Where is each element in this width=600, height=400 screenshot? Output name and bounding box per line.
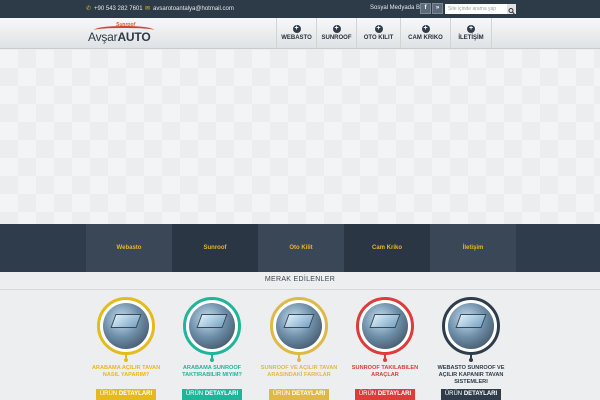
search-icon (508, 8, 515, 15)
search-input[interactable] (445, 4, 507, 14)
nav-item-sunroof[interactable]: + SUNROOF (316, 18, 356, 48)
card-title[interactable]: ARABAMA AÇILIR TAVAN NASIL YAPARIM? (84, 365, 168, 379)
page: ✆ +90 543 282 7601 ✉ avsarotoantalya@hot… (0, 0, 600, 400)
section-divider (0, 289, 600, 290)
nav-label: SUNROOF (321, 35, 352, 41)
button-text-bold: DETAYLARI (291, 391, 326, 397)
button-text-light: ÜRÜN (99, 391, 118, 397)
category-strip: Webasto Sunroof Oto Kilit Cam Kriko İlet… (0, 224, 600, 272)
logo[interactable]: Sunroof AvşarAUTO (88, 22, 162, 46)
nav-item-oto-kilit[interactable]: + OTO KILIT (356, 18, 400, 48)
card-title[interactable]: WEBASTO SUNROOF VE AÇILIR KAPANIR TAVAN … (429, 365, 513, 386)
plus-icon: + (374, 25, 383, 33)
email-address: avsarotoantalya@hotmail.com (153, 5, 234, 12)
card-dot (297, 358, 301, 362)
nav-item-webasto[interactable]: + WEBASTO (276, 18, 316, 48)
strip-item-iletisim[interactable]: İletişim (430, 224, 516, 272)
email-contact[interactable]: ✉ avsarotoantalya@hotmail.com (145, 5, 234, 13)
phone-number: +90 543 282 7601 (94, 5, 143, 12)
faq-card[interactable]: WEBASTO SUNROOF VE AÇILIR KAPANIR TAVAN … (429, 297, 517, 400)
nav-item-iletisim[interactable]: + İLETİŞİM (450, 18, 492, 48)
section-title: MERAK EDİLENLER (264, 276, 336, 283)
product-details-button[interactable]: ÜRÜN DETAYLARI (182, 389, 242, 400)
faq-card[interactable]: SUNROOF TAKILABILEN ARAÇLAR ÜRÜN DETAYLA… (343, 297, 431, 400)
logo-name-light: Avşar (88, 30, 118, 44)
card-dot (124, 358, 128, 362)
sunroof-glass (283, 314, 315, 328)
plus-icon: + (332, 25, 341, 33)
card-image[interactable] (356, 297, 414, 355)
card-image[interactable] (442, 297, 500, 355)
logo-name-bold: AUTO (117, 30, 151, 44)
card-title[interactable]: ARABAMA SUNROOF TAKTIRABILIR MIYIM? (170, 365, 254, 379)
hero-slider (0, 50, 600, 224)
sunroof-glass (110, 314, 142, 328)
phone-contact[interactable]: ✆ +90 543 282 7601 (86, 5, 143, 13)
sunroof-glass (196, 314, 228, 328)
strip-item-sunroof[interactable]: Sunroof (172, 224, 258, 272)
social-label: Sosyal Medyada Biz (370, 5, 425, 11)
sunroof-glass (455, 314, 487, 328)
nav-label: WEBASTO (281, 35, 312, 41)
card-image[interactable] (270, 297, 328, 355)
product-details-button[interactable]: ÜRÜN DETAYLARI (355, 389, 415, 400)
card-dot (210, 358, 214, 362)
button-text-bold: DETAYLARI (204, 391, 239, 397)
plus-icon: + (292, 25, 301, 33)
card-dot (469, 358, 473, 362)
card-title[interactable]: SUNROOF TAKILABILEN ARAÇLAR (343, 365, 427, 379)
nav-label: İLETİŞİM (458, 35, 484, 41)
sunroof-glass (369, 314, 401, 328)
strip-item-cam-kriko[interactable]: Cam Kriko (344, 224, 430, 272)
button-text-bold: DETAYLARI (463, 391, 498, 397)
button-text-bold: DETAYLARI (118, 391, 153, 397)
plus-icon: + (421, 25, 430, 33)
card-title[interactable]: SUNROOF VE AÇILIR TAVAN ARASINDAKİ FARKL… (257, 365, 341, 379)
header: Sunroof AvşarAUTO + WEBASTO + SUNROOF + … (0, 18, 600, 49)
phone-icon: ✆ (86, 6, 92, 12)
strip-item-webasto[interactable]: Webasto (86, 224, 172, 272)
faq-card[interactable]: ARABAMA SUNROOF TAKTIRABILIR MIYIM? ÜRÜN… (170, 297, 258, 400)
button-text-light: ÜRÜN (272, 391, 291, 397)
card-image[interactable] (183, 297, 241, 355)
button-text-light: ÜRÜN (444, 391, 463, 397)
rss-button[interactable]: » (432, 3, 443, 14)
nav-item-cam-kriko[interactable]: + CAM KRIKO (400, 18, 450, 48)
card-dot (383, 358, 387, 362)
plus-icon: + (467, 25, 475, 33)
logo-text: AvşarAUTO (88, 30, 151, 44)
facebook-button[interactable]: f (420, 3, 431, 14)
button-text-light: ÜRÜN (185, 391, 204, 397)
search-button[interactable] (507, 4, 516, 15)
strip-item-oto-kilit[interactable]: Oto Kilit (258, 224, 344, 272)
faq-card[interactable]: ARABAMA AÇILIR TAVAN NASIL YAPARIM? ÜRÜN… (84, 297, 172, 400)
product-details-button[interactable]: ÜRÜN DETAYLARI (441, 389, 501, 400)
faq-card[interactable]: SUNROOF VE AÇILIR TAVAN ARASINDAKİ FARKL… (257, 297, 345, 400)
button-text-light: ÜRÜN (358, 391, 377, 397)
product-details-button[interactable]: ÜRÜN DETAYLARI (96, 389, 156, 400)
card-image[interactable] (97, 297, 155, 355)
main-nav: + WEBASTO + SUNROOF + OTO KILIT + CAM KR… (276, 18, 492, 48)
nav-label: OTO KILIT (363, 35, 394, 41)
top-bar: ✆ +90 543 282 7601 ✉ avsarotoantalya@hot… (0, 0, 600, 18)
button-text-bold: DETAYLARI (377, 391, 412, 397)
envelope-icon: ✉ (145, 6, 151, 12)
nav-label: CAM KRIKO (408, 35, 443, 41)
product-details-button[interactable]: ÜRÜN DETAYLARI (269, 389, 329, 400)
